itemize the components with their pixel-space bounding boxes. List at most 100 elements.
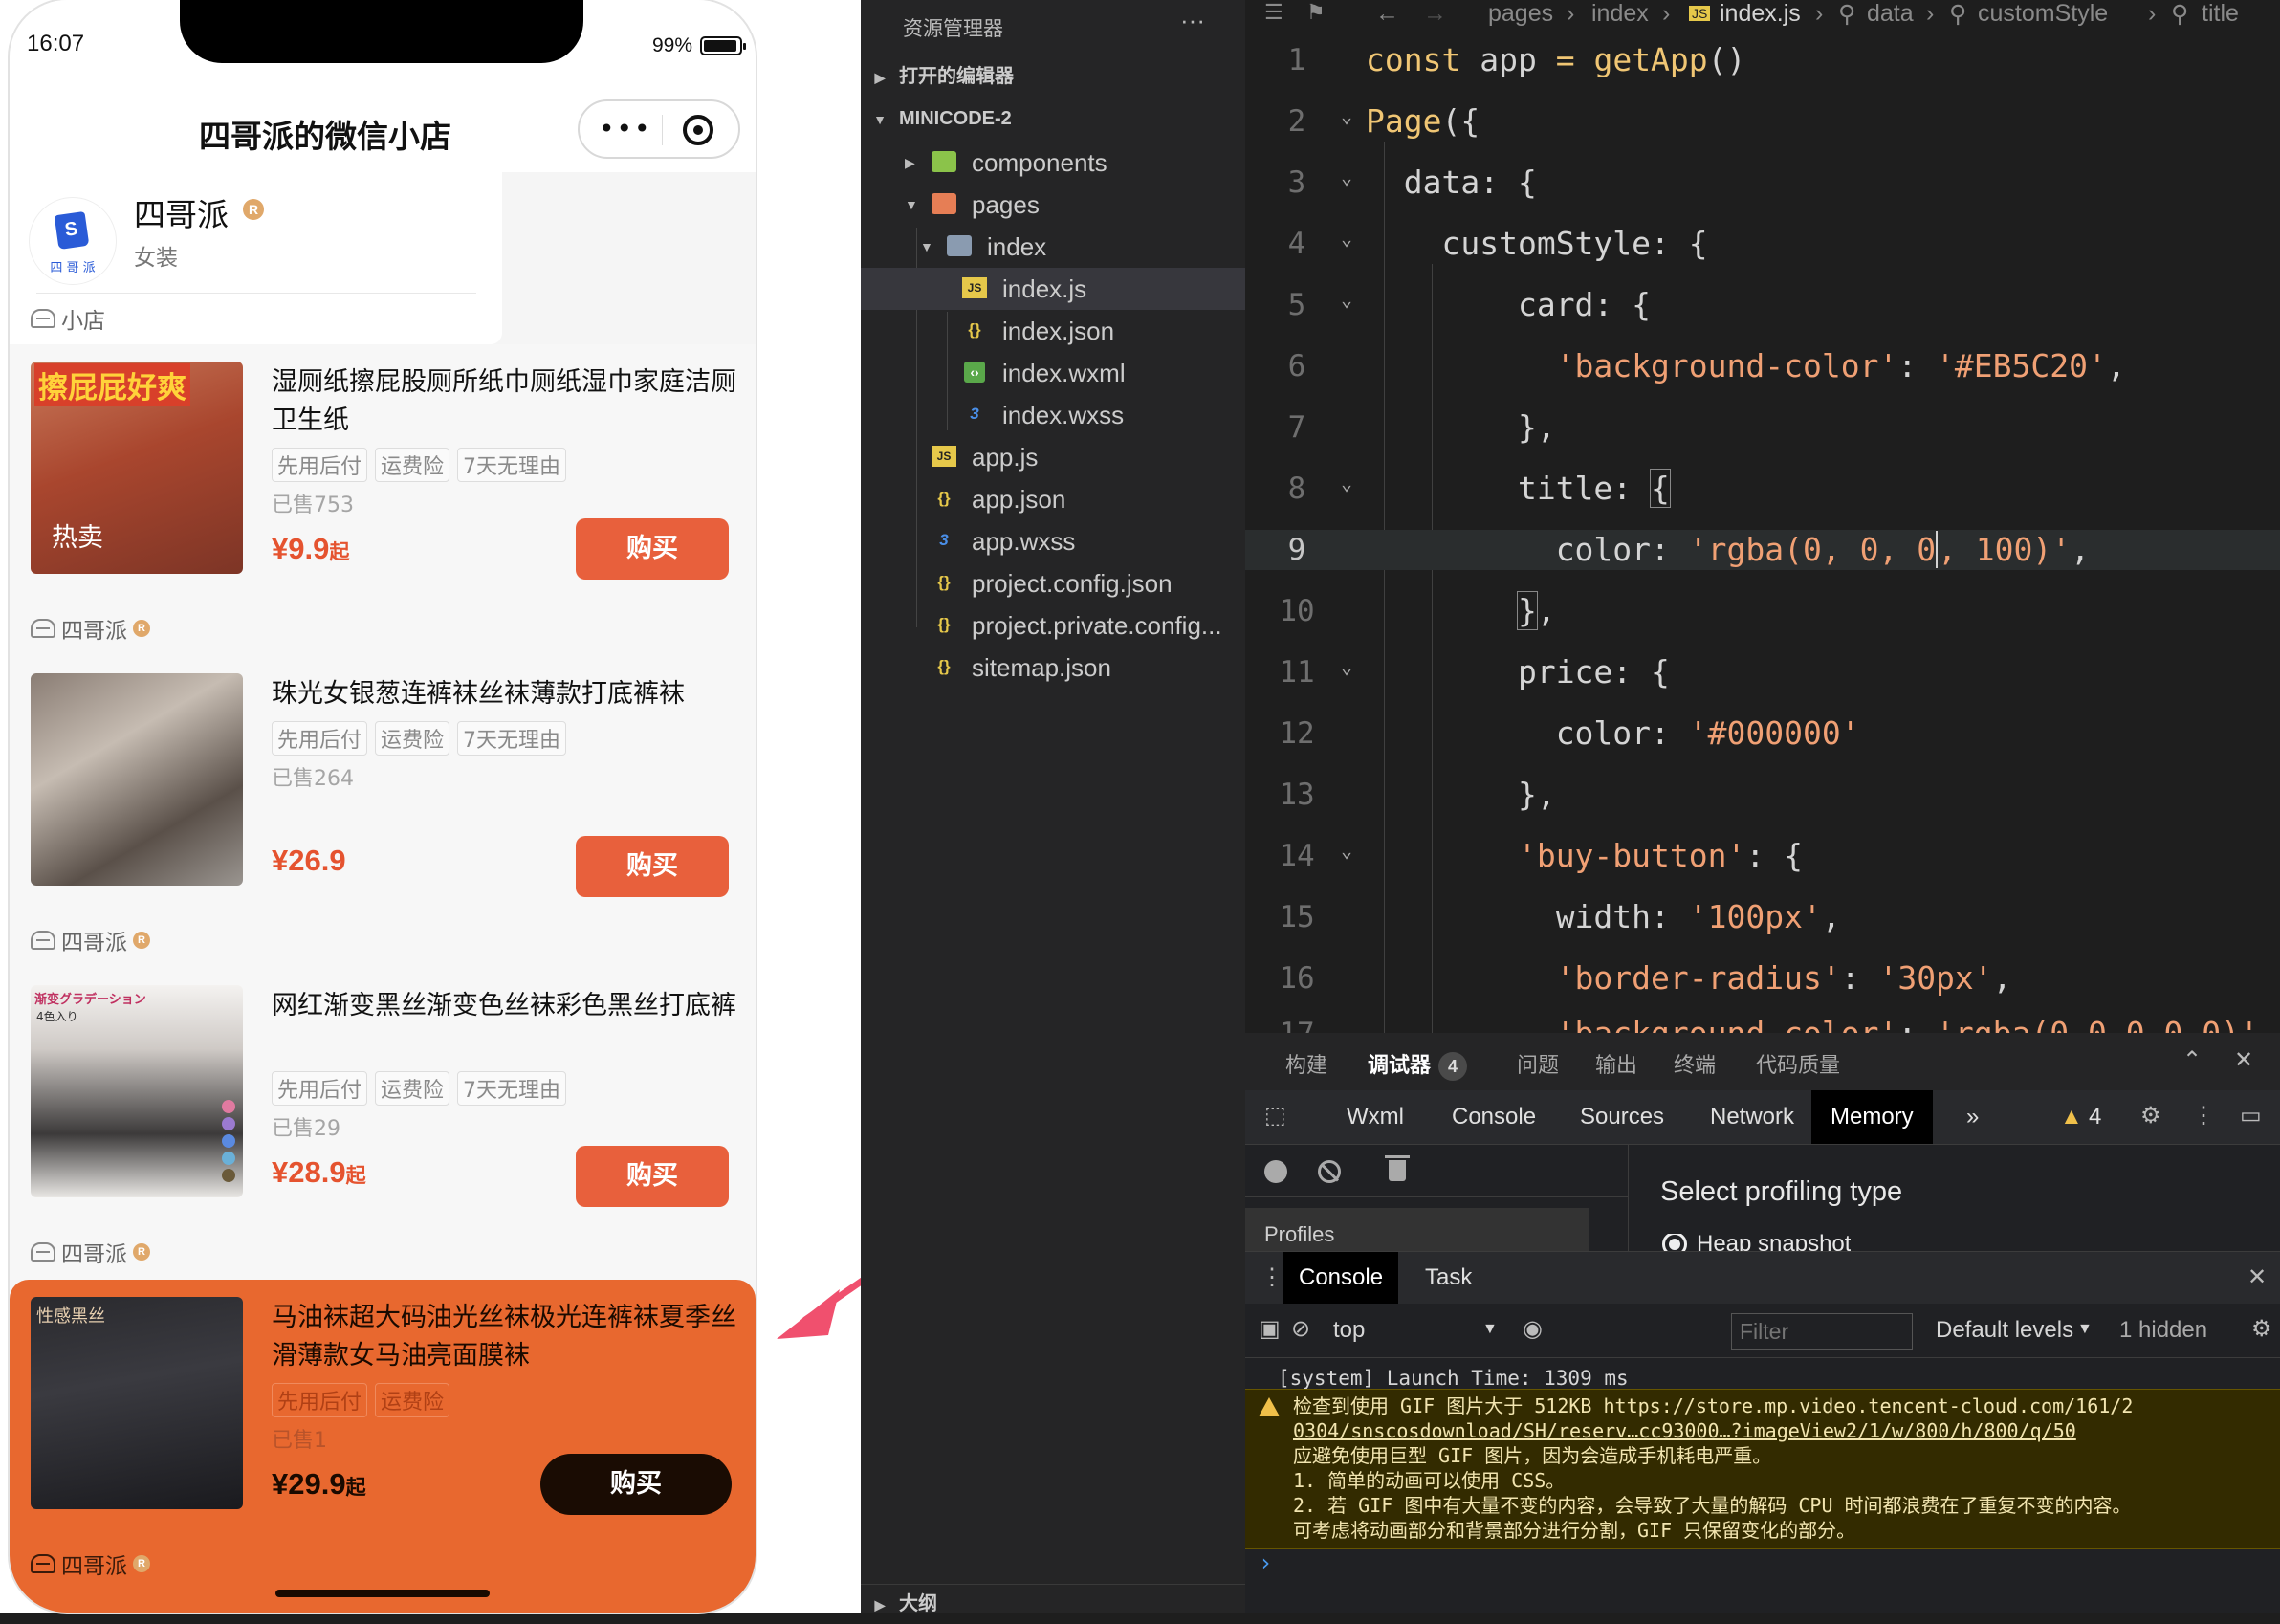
gear-icon[interactable]: ⚙: [2140, 1102, 2161, 1130]
fold-chevron-icon[interactable]: ⌄: [1341, 157, 1352, 197]
product-image[interactable]: [31, 673, 243, 886]
code-line[interactable]: 2 ⌄ Page({: [1245, 101, 2280, 142]
tab-debugger[interactable]: 调试器 4: [1368, 1048, 1468, 1081]
eye-icon[interactable]: ◉: [1523, 1315, 1543, 1343]
warning-line[interactable]: 检查到使用 GIF 图片大于 512KB https://store.mp.vi…: [1293, 1394, 2133, 1418]
product-image[interactable]: 渐变グラデーション 4色入り: [31, 985, 243, 1197]
inspect-element-icon[interactable]: ⬚: [1264, 1102, 1286, 1130]
tree-item-app-json[interactable]: {} app.json: [861, 478, 1245, 520]
sidebar-toggle-icon[interactable]: ▣: [1259, 1315, 1281, 1343]
warning-icon[interactable]: ▲: [2060, 1104, 2083, 1130]
open-editors-section[interactable]: ▶ 打开的编辑器: [861, 57, 1245, 96]
fold-chevron-icon[interactable]: ⌄: [1341, 218, 1352, 258]
tab-terminal[interactable]: 终端: [1674, 1048, 1716, 1079]
code-line[interactable]: 12 color: '#000000': [1245, 713, 2280, 754]
fold-chevron-icon[interactable]: ⌄: [1341, 647, 1352, 687]
tree-item-app-wxss[interactable]: 3 app.wxss: [861, 520, 1245, 562]
product-card[interactable]: 渐变グラデーション 4色入り 网红渐变黑丝渐变色丝袜彩色黑丝打底裤 先用后付 运…: [10, 968, 756, 1280]
fold-chevron-icon[interactable]: ⌄: [1341, 96, 1352, 136]
fold-chevron-icon[interactable]: ⌄: [1341, 830, 1352, 870]
code-line[interactable]: 11 ⌄ price: {: [1245, 652, 2280, 692]
tree-item-project-config[interactable]: {} project.config.json: [861, 562, 1245, 604]
breadcrumb-item[interactable]: index.js: [1720, 0, 1801, 28]
fold-chevron-icon[interactable]: ⌄: [1341, 279, 1352, 319]
code-line[interactable]: 4 ⌄ customStyle: {: [1245, 224, 2280, 264]
product-shop[interactable]: 四哥派 R: [31, 1547, 150, 1580]
bookmark-icon[interactable]: ⚑: [1306, 0, 1326, 25]
tree-item-index-json[interactable]: {} index.json: [861, 310, 1245, 352]
clear-icon[interactable]: [1318, 1160, 1341, 1183]
code-line[interactable]: 16 'border-radius': '30px',: [1245, 958, 2280, 999]
tab-task[interactable]: Task: [1425, 1252, 1472, 1304]
context-selector[interactable]: top: [1333, 1317, 1365, 1344]
tree-item-index-wxml[interactable]: ‹› index.wxml: [861, 352, 1245, 394]
gear-icon[interactable]: ⚙: [2251, 1315, 2272, 1343]
tab-problems[interactable]: 问题: [1517, 1048, 1559, 1079]
outline-section[interactable]: ▶ 大纲: [861, 1584, 1245, 1623]
code-line[interactable]: 13 },: [1245, 775, 2280, 815]
tree-item-components[interactable]: ▶ components: [861, 142, 1245, 184]
tree-item-index-wxss[interactable]: 3 index.wxss: [861, 394, 1245, 436]
code-line[interactable]: 6 'background-color': '#EB5C20',: [1245, 346, 2280, 386]
product-card[interactable]: 珠光女银葱连裤袜丝袜薄款打底裤袜 先用后付 运费险 7天无理由 已售264 ¥2…: [10, 656, 756, 968]
clear-console-icon[interactable]: ⊘: [1291, 1315, 1310, 1343]
breadcrumb-item[interactable]: pages: [1488, 0, 1553, 28]
tree-item-project-private-config[interactable]: {} project.private.config...: [861, 604, 1245, 647]
code-line[interactable]: 7 },: [1245, 407, 2280, 448]
drawer-menu-icon[interactable]: ⋮: [1261, 1263, 1283, 1291]
code-line-current[interactable]: 9 color: 'rgba(0, 0, 0, 100)',: [1245, 530, 2280, 570]
buy-button[interactable]: 购买: [576, 836, 729, 897]
close-icon[interactable]: ✕: [2234, 1046, 2253, 1074]
fold-chevron-icon[interactable]: ⌄: [1341, 463, 1352, 503]
tab-console[interactable]: Console: [1452, 1104, 1536, 1130]
tab-drawer-console[interactable]: Console: [1283, 1252, 1399, 1304]
filter-input[interactable]: [1731, 1313, 1913, 1350]
chevron-down-icon[interactable]: ▼: [1482, 1321, 1498, 1338]
more-menu-icon[interactable]: •••: [599, 113, 652, 144]
buy-button[interactable]: 购买: [576, 1146, 729, 1207]
close-icon[interactable]: ✕: [2247, 1263, 2267, 1291]
chevron-up-icon[interactable]: ⌃: [2182, 1046, 2202, 1074]
product-image[interactable]: 擦屁屁好爽 热卖: [31, 362, 243, 574]
tab-code-quality[interactable]: 代码质量: [1756, 1048, 1840, 1079]
tree-item-app-js[interactable]: JS app.js: [861, 436, 1245, 478]
breadcrumb-item[interactable]: title: [2202, 0, 2239, 28]
trash-icon[interactable]: [1385, 1155, 1410, 1181]
code-line[interactable]: 5 ⌄ card: {: [1245, 285, 2280, 325]
back-arrow-icon[interactable]: ←: [1375, 0, 1399, 28]
tab-memory[interactable]: Memory: [1811, 1090, 1933, 1144]
warning-link[interactable]: 0304/snscosdownload/SH/reserv…cc93000…?i…: [1293, 1418, 2076, 1443]
tab-output[interactable]: 输出: [1595, 1048, 1637, 1079]
log-levels-dropdown[interactable]: Default levels: [1936, 1317, 2073, 1344]
tab-build[interactable]: 构建: [1285, 1048, 1327, 1079]
more-actions-icon[interactable]: ···: [1180, 6, 1205, 35]
product-card-highlighted[interactable]: 性感黑丝 马油袜超大码油光丝袜极光连裤袜夏季丝滑薄款女马油亮面膜袜 先用后付 运…: [10, 1280, 756, 1613]
dock-icon[interactable]: ▭: [2240, 1102, 2262, 1130]
more-tabs-icon[interactable]: »: [1966, 1104, 1979, 1130]
code-line[interactable]: 3 ⌄ data: {: [1245, 163, 2280, 203]
code-line[interactable]: 1 const app = getApp(): [1245, 40, 2280, 80]
breadcrumb-item[interactable]: customStyle: [1978, 0, 2108, 28]
tree-item-index-folder[interactable]: ▼ index: [861, 226, 1245, 268]
shop-card[interactable]: 四 哥 派 四哥派 R 女装 小店: [10, 172, 502, 344]
list-icon[interactable]: ☰: [1264, 0, 1283, 25]
product-card[interactable]: 擦屁屁好爽 热卖 湿厕纸擦屁股厕所纸巾厕纸湿巾家庭洁厕卫生纸 先用后付 运费险 …: [10, 344, 756, 656]
code-line[interactable]: 10 },: [1245, 591, 2280, 631]
breadcrumb-item[interactable]: data: [1867, 0, 1914, 28]
buy-button[interactable]: 购买: [540, 1454, 732, 1515]
forward-arrow-icon[interactable]: →: [1423, 0, 1447, 28]
code-line[interactable]: 15 width: '100px',: [1245, 897, 2280, 937]
record-icon[interactable]: [1264, 1160, 1287, 1183]
store-link[interactable]: 小店: [31, 302, 105, 335]
console-prompt-icon[interactable]: ›: [1259, 1549, 1272, 1576]
close-mini-program-icon[interactable]: [683, 115, 713, 145]
tree-item-pages[interactable]: ▼ pages: [861, 184, 1245, 226]
project-section[interactable]: ▼ MINICODE-2: [861, 99, 1245, 138]
tree-item-sitemap[interactable]: {} sitemap.json: [861, 647, 1245, 689]
tab-wxml[interactable]: Wxml: [1347, 1104, 1404, 1130]
chevron-down-icon[interactable]: ▼: [2077, 1321, 2093, 1338]
buy-button[interactable]: 购买: [576, 518, 729, 580]
product-shop[interactable]: 四哥派 R: [31, 1236, 150, 1268]
code-line[interactable]: 8 ⌄ title: {: [1245, 469, 2280, 509]
code-line[interactable]: 14 ⌄ 'buy-button': {: [1245, 836, 2280, 876]
